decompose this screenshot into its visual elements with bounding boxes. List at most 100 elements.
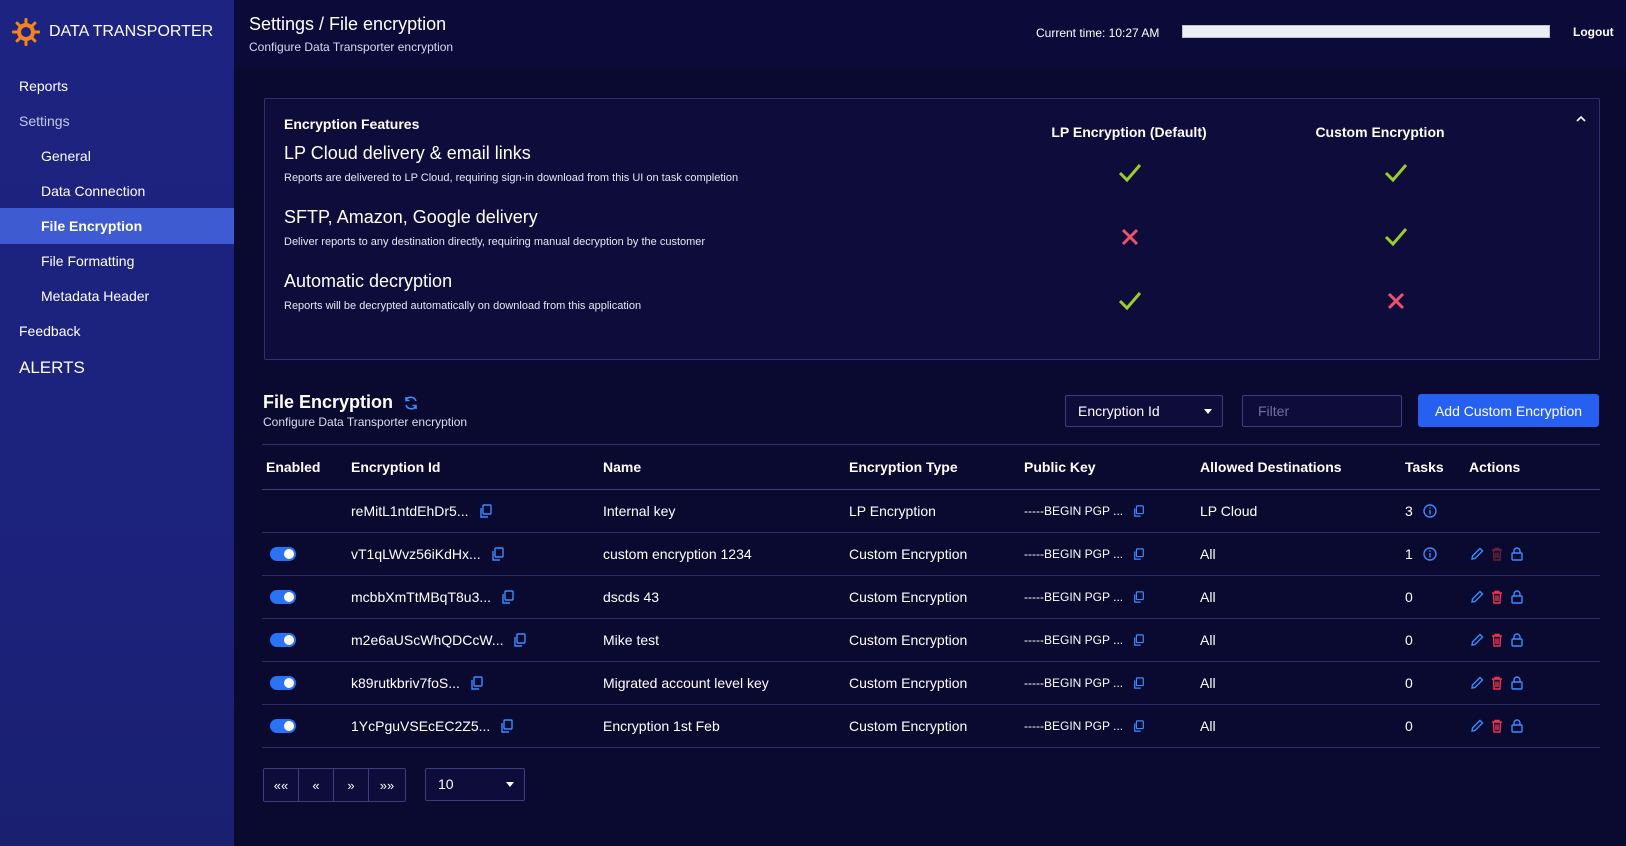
enabled-toggle[interactable] (270, 676, 296, 690)
sidebar-item-file-formatting[interactable]: File Formatting (0, 243, 234, 279)
cell-allowed-destinations: All (1196, 575, 1401, 619)
cell-enabled (262, 489, 347, 533)
edit-icon[interactable] (1469, 718, 1485, 734)
copy-icon[interactable] (513, 633, 527, 647)
delete-icon[interactable] (1489, 632, 1505, 648)
col-allowed-destinations[interactable]: Allowed Destinations (1196, 444, 1401, 490)
task-count: 1 (1405, 546, 1413, 562)
lock-icon[interactable] (1509, 675, 1525, 691)
filter-input[interactable] (1242, 395, 1402, 427)
col-enabled[interactable]: Enabled (262, 444, 347, 490)
enabled-toggle[interactable] (270, 719, 296, 733)
enabled-toggle[interactable] (270, 547, 296, 561)
page-size-select[interactable]: 10 (425, 768, 525, 801)
cell-tasks: 0 (1401, 704, 1465, 748)
main-content: Encryption Features LP Encryption (Defau… (234, 68, 1626, 846)
encryption-id-select[interactable]: Encryption Id (1065, 395, 1223, 427)
public-key: -----BEGIN PGP ... (1024, 633, 1124, 647)
sidebar-item-label: Feedback (19, 323, 81, 339)
last-page-button[interactable]: »» (369, 769, 405, 801)
lock-icon[interactable] (1509, 589, 1525, 605)
col-encryption-type[interactable]: Encryption Type (845, 444, 1020, 490)
feature-title: Automatic decryption (284, 271, 453, 291)
sidebar-item-settings[interactable]: Settings (0, 103, 234, 139)
chevron-up-icon[interactable] (1573, 111, 1589, 127)
copy-icon[interactable] (491, 547, 505, 561)
sidebar-item-feedback[interactable]: Feedback (0, 313, 234, 349)
add-custom-encryption-button[interactable]: Add Custom Encryption (1418, 394, 1599, 427)
copy-icon[interactable] (1133, 548, 1145, 560)
lock-icon[interactable] (1509, 718, 1525, 734)
col-encryption-id[interactable]: Encryption Id (347, 444, 599, 490)
col-name[interactable]: Name (599, 444, 845, 490)
brand[interactable]: DATA TRANSPORTER (11, 17, 213, 47)
brand-name: DATA TRANSPORTER (49, 23, 214, 40)
public-key: -----BEGIN PGP ... (1024, 719, 1124, 733)
delete-icon[interactable] (1489, 718, 1505, 734)
enabled-toggle[interactable] (270, 590, 296, 604)
table-row: m2e6aUScWhQDCcW... Mike test Custom Encryp… (262, 618, 1600, 662)
edit-icon[interactable] (1469, 632, 1485, 648)
enabled-toggle[interactable] (270, 633, 296, 647)
lock-icon[interactable] (1509, 546, 1525, 562)
edit-icon[interactable] (1469, 546, 1485, 562)
logout-button[interactable]: Logout (1573, 25, 1614, 39)
cell-actions (1465, 618, 1600, 662)
public-key: -----BEGIN PGP ... (1024, 547, 1124, 561)
sidebar-item-data-connection[interactable]: Data Connection (0, 173, 234, 209)
delete-icon[interactable] (1489, 675, 1505, 691)
cell-tasks: 0 (1401, 661, 1465, 705)
sidebar: DATA TRANSPORTER Reports Settings Genera… (0, 0, 234, 846)
cell-allowed-destinations: All (1196, 661, 1401, 705)
current-time: Current time: 10:27 AM (1036, 26, 1160, 40)
edit-icon[interactable] (1469, 589, 1485, 605)
sidebar-item-label: Data Connection (41, 183, 146, 199)
sidebar-item-file-encryption[interactable]: File Encryption (0, 208, 234, 244)
edit-icon[interactable] (1469, 675, 1485, 691)
first-page-button[interactable]: «« (264, 769, 299, 801)
col-public-key[interactable]: Public Key (1020, 444, 1196, 490)
section-title: File Encryption (263, 392, 419, 413)
copy-icon[interactable] (500, 719, 514, 733)
delete-icon (1492, 547, 1502, 561)
copy-icon[interactable] (1133, 720, 1145, 732)
cell-public-key: -----BEGIN PGP ... (1020, 661, 1196, 705)
task-count: 0 (1405, 718, 1413, 734)
cell-actions (1465, 532, 1600, 576)
copy-icon[interactable] (1133, 677, 1145, 689)
copy-icon[interactable] (479, 504, 493, 518)
cell-public-key: -----BEGIN PGP ... (1020, 618, 1196, 662)
next-page-button[interactable]: » (334, 769, 369, 801)
sidebar-item-reports[interactable]: Reports (0, 68, 234, 104)
sidebar-item-general[interactable]: General (0, 138, 234, 174)
copy-icon[interactable] (1133, 634, 1145, 646)
info-icon[interactable] (1423, 504, 1437, 518)
cell-encryption-type: Custom Encryption (845, 532, 1020, 576)
cell-enabled (262, 661, 347, 705)
copy-icon[interactable] (470, 676, 484, 690)
section-subtitle: Configure Data Transporter encryption (263, 415, 468, 429)
cell-actions (1465, 489, 1600, 533)
copy-icon[interactable] (1133, 505, 1145, 517)
check-icon (1384, 228, 1408, 247)
encryption-id: vT1qLWvz56iKdHx... (351, 546, 481, 562)
copy-icon[interactable] (1133, 591, 1145, 603)
caret-down-icon (506, 782, 514, 787)
col-lp-encryption: LP Encryption (Default) (1051, 124, 1207, 140)
sidebar-item-alerts[interactable]: ALERTS (0, 350, 234, 386)
col-tasks[interactable]: Tasks (1401, 444, 1465, 490)
encryption-id: k89rutkbriv7foS... (351, 675, 460, 691)
copy-icon[interactable] (501, 590, 515, 604)
info-icon[interactable] (1423, 547, 1437, 561)
cell-allowed-destinations: All (1196, 618, 1401, 662)
table-row: vT1qLWvz56iKdHx... custom encryption 1234… (262, 532, 1600, 576)
prev-page-button[interactable]: « (299, 769, 334, 801)
table-row: k89rutkbriv7foS... Migrated account level… (262, 661, 1600, 705)
feature-row: SFTP, Amazon, Google delivery Deliver re… (284, 207, 705, 248)
refresh-icon[interactable] (403, 395, 419, 411)
encryption-id: mcbbXmTtMBqT8u3... (351, 589, 492, 605)
delete-icon[interactable] (1489, 589, 1505, 605)
sidebar-item-metadata-header[interactable]: Metadata Header (0, 278, 234, 314)
task-count: 0 (1405, 632, 1413, 648)
lock-icon[interactable] (1509, 632, 1525, 648)
